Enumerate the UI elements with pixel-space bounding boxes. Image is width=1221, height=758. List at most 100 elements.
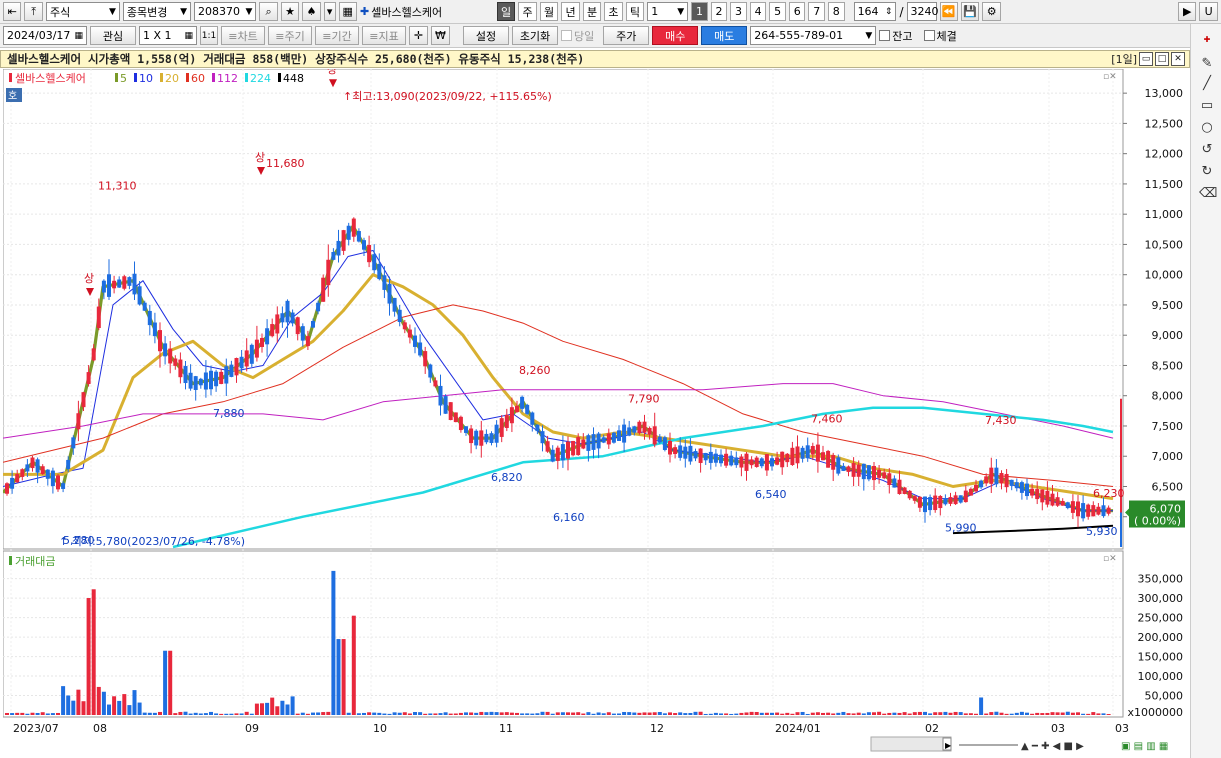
buy-button[interactable]: 매수 [652,26,699,45]
watch-button[interactable]: 관심 [90,26,136,45]
same-day-checkbox[interactable]: 당일 [561,28,594,44]
sell-button[interactable]: 매도 [701,26,748,45]
pin-icon[interactable]: ⤒ [24,2,43,21]
pane-resize-icon[interactable]: ▫✕ [1103,72,1117,82]
line-tool-icon[interactable]: ╱ [1199,76,1215,92]
candle-body [193,376,198,390]
period-tab-minute[interactable]: 분 [582,2,602,21]
candlestick-chart[interactable]: 6,0006,5007,0007,5008,0008,5009,0009,500… [3,69,1190,757]
chart-menu-button[interactable]: ≡차트 [221,26,265,45]
candle-body [86,372,91,385]
rewind-icon[interactable]: ⏪ [939,2,958,21]
minimize-icon[interactable]: ▭ [1139,52,1153,66]
prev-stock-icon[interactable]: ⇤ [3,2,22,21]
legend-ma-label: 20 [165,72,179,85]
stock-code-input[interactable]: 208370 ▼ [194,2,257,21]
spade-icon[interactable]: ♠ [302,2,321,21]
period-tab-week[interactable]: 주 [518,2,537,21]
volume-bar [81,701,86,715]
volume-bar [35,712,40,715]
gear-icon[interactable]: ⚙ [982,2,1001,21]
stock-info-text: 셀바스헬스케어 시가총액 1,558(억) 거래대금 858(백만) 상장주식수… [7,52,585,66]
settings-button[interactable]: 설정 [463,26,509,45]
candle-body [209,370,213,390]
market-select[interactable]: 주식 ▼ [45,2,120,21]
preset-7[interactable]: 7 [808,2,826,21]
legend-ma-label: 112 [217,72,238,85]
user-icon[interactable]: U [1199,2,1218,21]
rectangle-tool-icon[interactable]: ▭ [1199,98,1215,114]
pencil-icon[interactable]: ✎ [1199,56,1215,72]
preset-5[interactable]: 5 [769,2,786,21]
candle-body [326,259,331,286]
period-tab-year[interactable]: 년 [561,2,580,21]
candle-body [198,378,203,386]
candle-body [734,457,739,466]
count-stepper[interactable]: 164 ⇕ [853,2,897,21]
volume-bar [545,711,550,715]
preset-3[interactable]: 3 [730,2,747,21]
preset-2[interactable]: 2 [710,2,728,21]
star-icon[interactable]: ★ [280,2,300,21]
date-input[interactable]: 2024/03/17 ▦ [3,26,87,45]
stock-change-select[interactable]: 종목변경 ▼ [122,2,192,21]
preset-4[interactable]: 4 [749,2,767,21]
legend-swatch [186,73,189,82]
maximize-icon[interactable]: □ [1155,52,1169,66]
candle-body [729,455,734,466]
chart-area[interactable]: 6,0006,5007,0007,5008,0008,5009,0009,500… [3,69,1190,757]
preset-1[interactable]: 1 [691,2,708,21]
period-tab-day[interactable]: 일 [496,2,516,21]
play-icon[interactable]: ▶ [1177,2,1197,21]
tool-label-icon[interactable]: ✚ [1199,32,1215,48]
chevron-right-icon[interactable]: ▶ [945,741,952,750]
chevron-down-icon[interactable]: ▾ [323,2,336,21]
preset-6[interactable]: 6 [788,2,806,21]
volume-bar [356,713,361,715]
save-icon[interactable]: 💾 [961,2,980,21]
search-icon[interactable]: ⌕ [259,2,278,21]
candle-body [938,496,943,509]
pane-resize-icon[interactable]: ▫✕ [1103,554,1117,564]
won-icon[interactable]: ₩ [431,26,450,45]
candle-body [112,280,117,289]
indicator-menu-button[interactable]: ≡지표 [362,26,406,45]
volume-bar [5,712,9,715]
reset-button[interactable]: 초기화 [512,26,558,45]
balance-checkbox[interactable]: 잔고 [879,28,913,44]
close-icon[interactable]: ✕ [1171,52,1185,66]
period-menu-button[interactable]: ≡주기 [268,26,312,45]
candle-body [963,490,968,503]
period-tab-second[interactable]: 초 [604,2,623,21]
crosshair-icon[interactable]: ✛ [409,26,428,45]
price-annotation: 11,680 [266,157,305,170]
scrollbar[interactable]: ▶ ▲ ━ ✚ ◀ ■ ▶ ▣ ▤ ▥ ▦ [870,736,1168,752]
volume-bar [851,713,856,715]
volume-bar [402,712,407,715]
volume-unit: x1000000 [1128,706,1184,719]
one-to-one-button[interactable]: 1:1 [200,26,218,45]
redo-icon[interactable]: ↻ [1199,164,1215,180]
undo-icon[interactable]: ↺ [1199,142,1215,158]
eraser-icon[interactable]: ⌫ [1199,186,1217,202]
export-icons[interactable]: ▣ ▤ ▥ ▦ [1121,741,1168,752]
candle-body [719,454,723,464]
volume-tick-label: 200,000 [1138,631,1184,644]
period-value-select[interactable]: 1 ▼ [647,2,689,21]
time-tick-label: 11 [499,722,513,735]
preset-8[interactable]: 8 [828,2,845,21]
grid-icon[interactable]: ▦ [338,2,357,21]
range-menu-button[interactable]: ≡기간 [315,26,359,45]
circle-tool-icon[interactable]: ○ [1199,120,1215,136]
layout-select[interactable]: 1 X 1 ▦ [139,26,197,45]
price-button[interactable]: 주가 [603,26,650,45]
account-select[interactable]: 264-555-789-01 ▼ [750,26,877,45]
volume-bar [168,650,173,715]
period-tab-month[interactable]: 월 [539,2,559,21]
zoom-controls[interactable]: ▲ ━ ✚ ◀ ■ ▶ [1021,741,1084,752]
quote-tag[interactable]: 호 [6,88,22,102]
candle-body [836,457,841,474]
executed-checkbox[interactable]: 체결 [923,28,957,44]
legend-ma-label: 448 [283,72,304,85]
period-tab-tick[interactable]: 틱 [625,2,645,21]
